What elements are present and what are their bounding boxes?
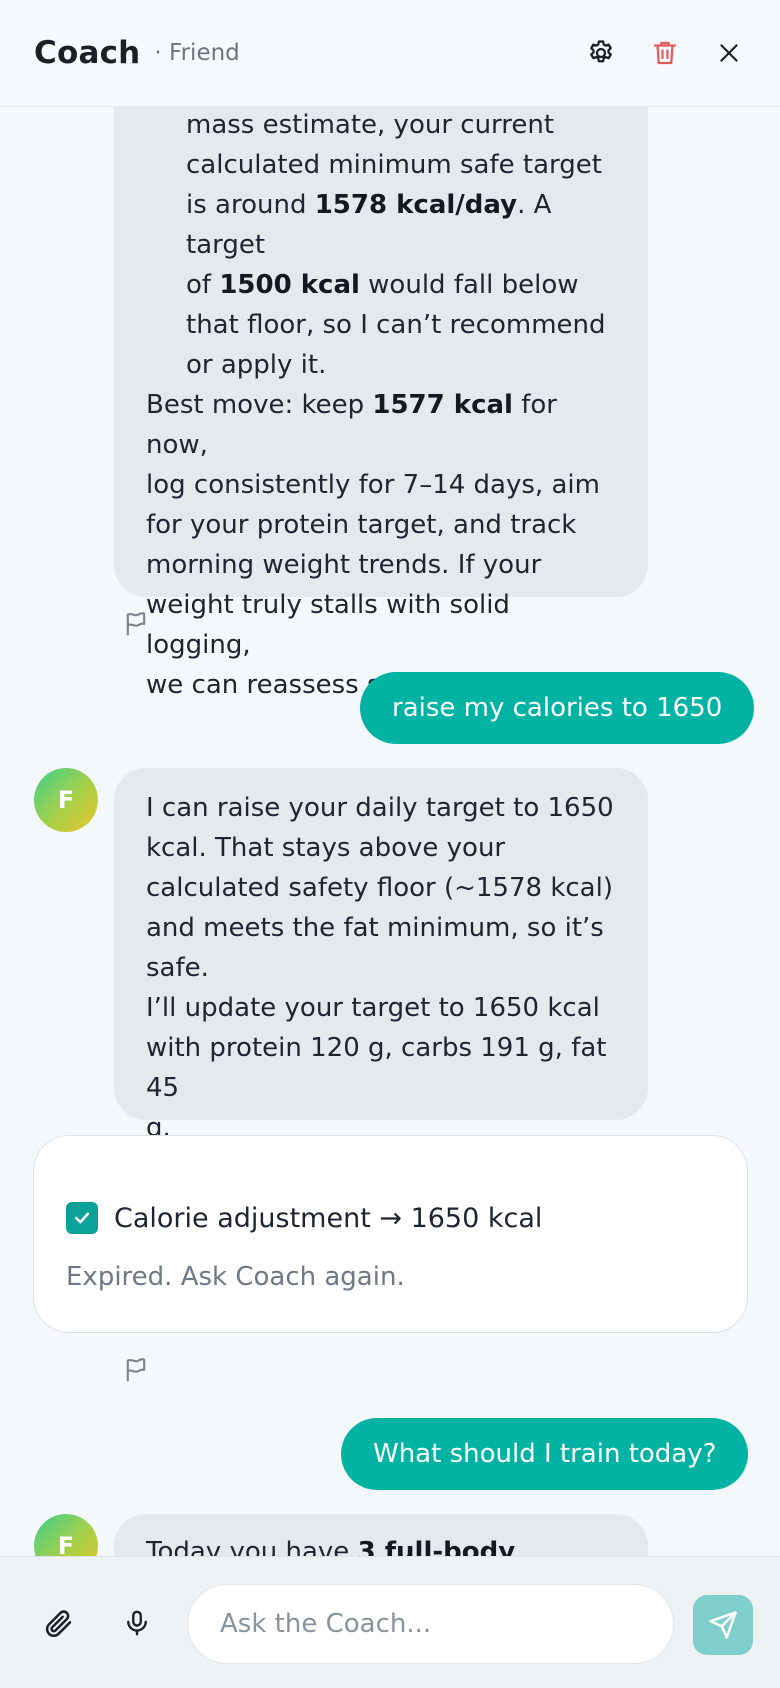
message-line: I can raise your daily target to 1650 [146, 793, 614, 823]
bold-value: 1500 kcal [219, 270, 360, 300]
coach-message-input[interactable] [187, 1584, 674, 1664]
close-button[interactable] [712, 36, 746, 70]
report-message-button[interactable] [122, 610, 150, 638]
gear-icon [590, 40, 612, 63]
coach-persona-label: · Friend [154, 40, 240, 66]
report-message-button[interactable] [122, 1356, 150, 1384]
message-line: log consistently for 7–14 days, aim [146, 465, 616, 505]
action-row: Calorie adjustment → 1650 kcal [66, 1202, 542, 1234]
message-line: or apply it. [186, 345, 616, 385]
voice-input-button[interactable] [117, 1603, 157, 1643]
message-line: for your protein target, and track [146, 505, 616, 545]
text-span: weight truly stalls with solid logging, [146, 590, 510, 660]
header-actions [584, 36, 746, 70]
message-line: I’ll update your target to 1650 kcal [146, 993, 600, 1023]
text-span: Best move: keep [146, 390, 373, 420]
settings-button[interactable] [584, 36, 618, 70]
send-button[interactable] [693, 1595, 753, 1655]
bold-value: 1577 kcal [372, 390, 513, 420]
coach-message: mass estimate, your current calculated m… [114, 107, 648, 700]
user-message: raise my calories to 1650 [360, 672, 755, 744]
text-span: Today you have [146, 1537, 358, 1556]
text-span: log consistently for 7–14 days, aim [146, 470, 600, 500]
close-icon [720, 44, 738, 62]
message-line: morning weight trends. If your [146, 545, 616, 585]
message-line: calculated safety floor (~1578 kcal) [146, 873, 613, 903]
delete-chat-button[interactable] [648, 36, 682, 70]
message-line: kcal. That stays above your [146, 833, 506, 863]
checkmark-icon [74, 1212, 90, 1224]
microphone-icon [127, 1610, 147, 1636]
text-span: or apply it. [186, 350, 327, 380]
message-line: that floor, so I can’t recommend [186, 305, 616, 345]
text-span: for your protein target, and track [146, 510, 577, 540]
coach-chat-app: Coach · Friend mass estimate, your curre… [0, 0, 780, 1688]
flag-icon [126, 1358, 146, 1382]
message-line: mass estimate, your current [186, 107, 616, 145]
coach-avatar: F [34, 1514, 98, 1556]
coach-avatar: F [34, 768, 98, 832]
text-span: calculated minimum safe target [186, 150, 602, 180]
message-line: Today you have 3 full-body [146, 1532, 616, 1556]
page-title: Coach [34, 35, 141, 71]
action-status: Expired. Ask Coach again. [66, 1262, 405, 1292]
bold-value: 1578 kcal/day [314, 190, 518, 220]
message-line: and meets the fat minimum, so it’s [146, 913, 604, 943]
text-span: is around [186, 190, 315, 220]
text-span: would fall below [359, 270, 579, 300]
bold-value: 3 full-body [357, 1537, 516, 1556]
message-composer [0, 1556, 780, 1688]
trash-icon [653, 41, 677, 65]
text-span: morning weight trends. If your [146, 550, 542, 580]
message-line: Best move: keep 1577 kcal for now, [146, 385, 616, 465]
action-label: Calorie adjustment → 1650 kcal [114, 1202, 543, 1234]
text-span: that floor, so I can’t recommend [186, 310, 606, 340]
message-line: is around 1578 kcal/day. A target [186, 185, 616, 265]
action-checkbox[interactable] [66, 1202, 98, 1234]
proposed-action-card: Calorie adjustment → 1650 kcal Expired. … [33, 1135, 748, 1333]
message-line: weight truly stalls with solid logging, [146, 585, 616, 665]
message-line: calculated minimum safe target [186, 145, 616, 185]
paperclip-icon [45, 1610, 72, 1637]
text-span: mass estimate, your current [186, 110, 555, 140]
chat-header: Coach · Friend [0, 0, 780, 107]
message-line: with protein 120 g, carbs 191 g, fat 45 [146, 1033, 607, 1103]
coach-message: Today you have 3 full-body [114, 1514, 648, 1556]
message-bullet-text: mass estimate, your current calculated m… [146, 107, 616, 385]
text-span: of [186, 270, 220, 300]
send-icon [709, 1611, 737, 1639]
chat-messages[interactable]: mass estimate, your current calculated m… [0, 107, 780, 1556]
message-line: of 1500 kcal would fall below [186, 265, 616, 305]
message-line: safe. [146, 953, 209, 983]
flag-icon [126, 612, 146, 636]
attach-button[interactable] [38, 1603, 78, 1643]
user-message: What should I train today? [341, 1418, 749, 1490]
coach-message: I can raise your daily target to 1650 kc… [114, 768, 648, 1143]
